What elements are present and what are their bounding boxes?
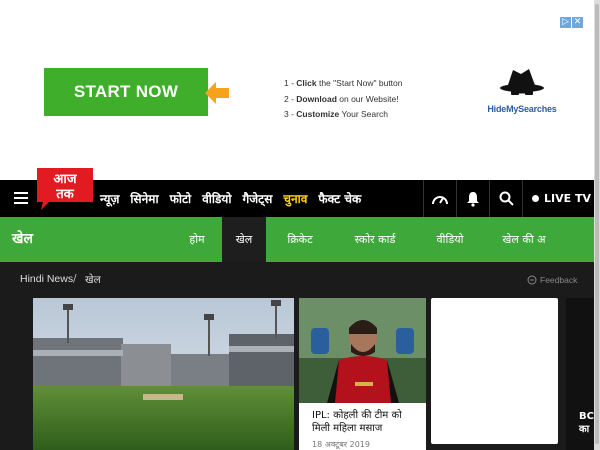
arrow-left-icon — [205, 82, 229, 104]
hidemysearches-logo[interactable]: HideMySearches — [486, 66, 558, 114]
breadcrumb-home[interactable]: Hindi News — [20, 273, 73, 285]
tab-scorecard[interactable]: स्कोर कार्ड — [334, 217, 416, 262]
section-title: खेल — [12, 231, 33, 247]
section-tabs: होम खेल क्रिकेट स्कोर कार्ड वीडियो खेल क… — [172, 217, 564, 262]
featured-story-card[interactable] — [33, 298, 294, 450]
section-navbar: खेल होम खेल क्रिकेट स्कोर कार्ड वीडियो ख… — [0, 217, 600, 262]
bell-icon[interactable] — [456, 180, 489, 217]
ad-step: 2 - Download on our Website! — [284, 93, 399, 104]
ad-step: 1 - Click the "Start Now" button — [284, 78, 403, 88]
ad-placeholder-card — [431, 298, 558, 444]
nav-link-fact-check[interactable]: फैक्ट चेक — [318, 190, 361, 207]
ad-banner[interactable]: ▷ ✕ START NOW 1 - Click the "Start Now" … — [0, 0, 600, 180]
aajtak-logo[interactable]: आज तक — [35, 166, 95, 212]
tab-sports-more[interactable]: खेल की अ — [484, 217, 564, 262]
nav-actions: LIVE TV — [423, 180, 600, 217]
live-dot-icon — [532, 195, 539, 202]
logo-text-top: आज — [54, 172, 78, 187]
story-title-partial[interactable]: BC का — [579, 410, 594, 436]
speedometer-icon[interactable] — [423, 180, 456, 217]
breadcrumb: Hindi News / खेल Feedback — [0, 262, 600, 298]
nav-link-news[interactable]: न्यूज़ — [100, 190, 119, 207]
search-icon[interactable] — [489, 180, 522, 217]
tab-cricket[interactable]: क्रिकेट — [266, 217, 334, 262]
feedback-link[interactable]: Feedback — [527, 275, 577, 285]
nav-link-photo[interactable]: फोटो — [170, 190, 192, 207]
logo-text-bottom: तक — [55, 187, 74, 202]
scroll-thumb[interactable] — [595, 4, 599, 444]
live-tv-label: LIVE TV — [544, 192, 591, 205]
breadcrumb-separator: / — [73, 273, 77, 285]
main-nav: न्यूज़ सिनेमा फोटो वीडियो गैजेट्स चुनाव … — [100, 180, 372, 217]
story-date: 18 अक्टूबर 2019 — [312, 440, 370, 449]
brand-name: HideMySearches — [487, 104, 557, 114]
nav-link-cinema[interactable]: सिनेमा — [130, 190, 158, 207]
feedback-label: Feedback — [540, 275, 578, 285]
ad-info-icon[interactable]: ▷ — [560, 17, 571, 28]
story-card[interactable]: IPL: कोहली की टीम को मिली महिला मसाज 18 … — [299, 298, 426, 450]
tab-sports[interactable]: खेल — [222, 217, 266, 262]
ad-choices[interactable]: ▷ ✕ — [560, 17, 583, 28]
page-scrollbar[interactable] — [594, 0, 600, 450]
spy-hat-icon — [500, 69, 544, 95]
story-title[interactable]: IPL: कोहली की टीम को मिली महिला मसाज — [312, 409, 420, 435]
stadium-image — [33, 298, 294, 450]
start-now-button[interactable]: START NOW — [44, 68, 208, 116]
ad-close-icon[interactable]: ✕ — [572, 17, 583, 28]
tab-home[interactable]: होम — [172, 217, 222, 262]
nav-link-elections[interactable]: चुनाव — [283, 190, 307, 207]
nav-link-video[interactable]: वीडियो — [202, 190, 231, 207]
chat-bubble-icon — [527, 275, 537, 285]
live-tv-button[interactable]: LIVE TV — [522, 180, 600, 217]
tab-video[interactable]: वीडियो — [416, 217, 484, 262]
ad-steps: 1 - Click the "Start Now" button 2 - Dow… — [284, 76, 403, 123]
breadcrumb-current: खेल — [85, 274, 101, 286]
ad-step: 3 - Customize Your Search — [284, 109, 388, 119]
hamburger-menu-icon[interactable] — [14, 192, 28, 204]
nav-link-gadgets[interactable]: गैजेट्स — [243, 190, 273, 207]
story-image — [299, 298, 426, 403]
